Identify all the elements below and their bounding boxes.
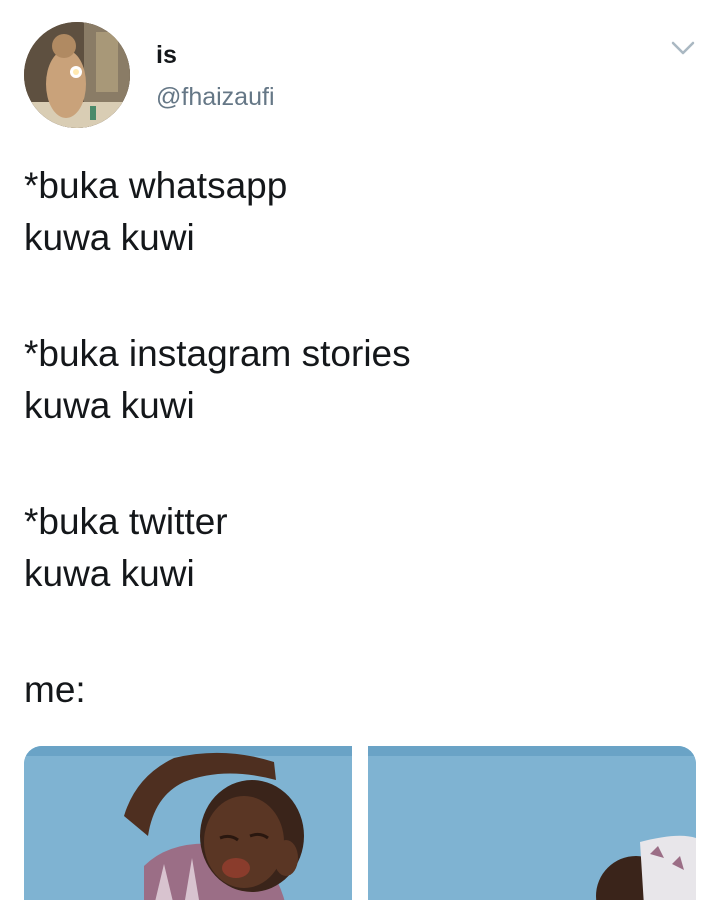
tweet-line: *buka twitter — [24, 501, 228, 542]
media-grid — [24, 746, 696, 900]
avatar-image — [24, 22, 130, 128]
media-image-crying-child[interactable] — [24, 746, 352, 900]
tweet-line: kuwa kuwi — [24, 385, 195, 426]
tweet-text: *buka whatsapp kuwa kuwi *buka instagram… — [24, 160, 696, 716]
tweet-line: *buka instagram stories — [24, 333, 411, 374]
media-image-child-turning[interactable] — [368, 746, 696, 900]
line-break — [24, 600, 696, 664]
tweet-line: kuwa kuwi — [24, 553, 195, 594]
user-handle[interactable]: @fhaizaufi — [156, 82, 275, 112]
user-names: is @fhaizaufi — [156, 40, 275, 112]
line-break — [24, 432, 696, 496]
avatar[interactable] — [24, 22, 130, 128]
line-break — [24, 264, 696, 328]
tweet-line: kuwa kuwi — [24, 217, 195, 258]
display-name[interactable]: is — [156, 40, 275, 70]
tweet-card: is @fhaizaufi *buka whatsapp kuwa kuwi *… — [0, 0, 720, 900]
tweet-header: is @fhaizaufi — [24, 22, 696, 128]
tweet-line: *buka whatsapp — [24, 165, 288, 206]
tweet-line: me: — [24, 669, 86, 710]
chevron-down-icon[interactable] — [670, 38, 696, 58]
